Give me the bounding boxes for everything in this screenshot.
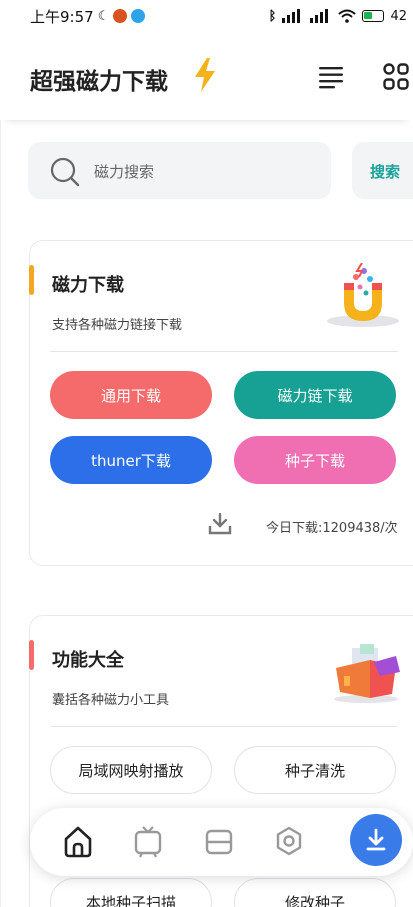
home-icon[interactable] <box>62 825 94 859</box>
signal-icon-2 <box>310 9 329 23</box>
menu-icon[interactable] <box>318 64 344 90</box>
magnet-illustration-icon <box>327 263 399 327</box>
toolbox-illustration-icon <box>334 644 400 703</box>
page-edge <box>0 120 1 907</box>
general-download-button[interactable]: 通用下载 <box>50 371 212 419</box>
moon-icon: ☾ <box>97 8 110 24</box>
status-time: 上午9:57 <box>30 7 94 26</box>
card-divider <box>50 726 398 727</box>
torrent-clean-button[interactable]: 种子清洗 <box>234 746 396 794</box>
app-header: 超强磁力下载 <box>0 32 413 120</box>
card-title: 磁力下载 <box>52 275 124 296</box>
bottom-navigation <box>30 808 413 876</box>
signal-icon <box>282 9 301 23</box>
card-subtitle: 支持各种磁力链接下载 <box>52 318 183 333</box>
torrent-download-button[interactable]: 种子下载 <box>234 436 396 484</box>
edit-torrent-button[interactable]: 修改种子 <box>234 878 396 907</box>
magnet-link-download-label: 磁力链下载 <box>277 386 353 405</box>
general-download-label: 通用下载 <box>100 386 161 405</box>
settings-icon[interactable] <box>273 825 305 859</box>
thunder-download-button[interactable]: thuner下载 <box>50 436 212 484</box>
battery-icon <box>362 10 385 22</box>
lightning-icon <box>195 58 215 92</box>
download-icon <box>208 513 232 535</box>
lan-mapping-play-label: 局域网映射播放 <box>78 761 184 780</box>
search-input[interactable]: 磁力搜索 <box>28 142 331 199</box>
card-title: 功能大全 <box>52 650 124 671</box>
search-placeholder: 磁力搜索 <box>94 163 155 181</box>
torrent-clean-label: 种子清洗 <box>284 761 345 780</box>
message-notification-icon <box>131 9 146 23</box>
status-bar: 上午9:57 ☾ ᛒ 42 <box>0 0 413 32</box>
local-torrent-scan-label: 本地种子扫描 <box>85 893 176 907</box>
card-subtitle: 囊括各种磁力小工具 <box>52 693 170 708</box>
edit-torrent-label: 修改种子 <box>284 893 345 907</box>
status-right: ᛒ 42 <box>269 9 407 24</box>
card-accent <box>29 265 34 295</box>
magnet-link-download-button[interactable]: 磁力链下载 <box>234 371 396 419</box>
search-icon <box>50 157 80 187</box>
bluetooth-icon: ᛒ <box>268 8 277 24</box>
grid-icon[interactable] <box>383 63 409 91</box>
card-accent <box>29 640 34 670</box>
battery-level: 42 <box>390 8 407 24</box>
status-left: 上午9:57 ☾ <box>30 6 146 27</box>
search-button[interactable]: 搜索 <box>352 142 413 199</box>
download-fab-button[interactable] <box>350 814 402 866</box>
lan-mapping-play-button[interactable]: 局域网映射播放 <box>50 746 212 794</box>
app-notification-icon <box>113 9 128 23</box>
local-torrent-scan-button[interactable]: 本地种子扫描 <box>50 878 212 907</box>
tv-icon[interactable] <box>132 825 164 859</box>
card-divider <box>50 351 398 352</box>
magnet-download-card: 磁力下载 支持各种磁力链接下载 通用下载 磁力链下载 thuner下载 种子下载… <box>29 240 413 566</box>
search-button-label: 搜索 <box>370 163 401 181</box>
card-icon[interactable] <box>203 825 235 859</box>
thunder-download-label: thuner下载 <box>91 451 171 470</box>
torrent-download-label: 种子下载 <box>284 451 345 470</box>
wifi-icon <box>338 9 357 23</box>
app-title: 超强磁力下载 <box>30 69 168 95</box>
download-arrow-icon <box>366 828 386 851</box>
today-download-count: 今日下载:1209438/次 <box>266 521 398 536</box>
